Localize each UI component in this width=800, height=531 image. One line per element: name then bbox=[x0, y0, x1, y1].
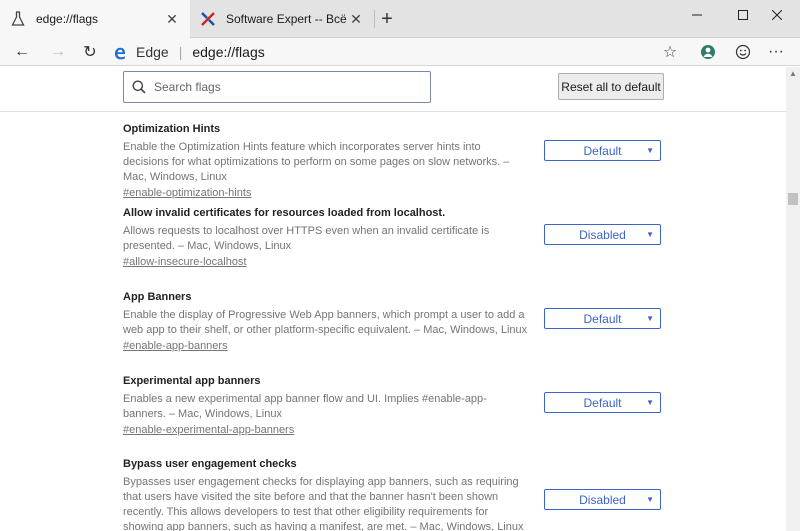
address-separator: | bbox=[178, 44, 183, 60]
flag-item: Allow invalid certificates for resources… bbox=[123, 207, 543, 268]
scroll-thumb[interactable] bbox=[788, 193, 798, 205]
close-icon bbox=[772, 10, 782, 20]
extension-button[interactable] bbox=[694, 38, 722, 66]
flag-select[interactable]: Disabled ▼ bbox=[544, 489, 661, 510]
forward-button[interactable]: → bbox=[44, 38, 72, 66]
flag-item: App Banners Enable the display of Progre… bbox=[123, 291, 543, 352]
flag-permalink[interactable]: #allow-insecure-localhost bbox=[123, 256, 247, 268]
flag-title: Optimization Hints bbox=[123, 123, 221, 135]
address-toolbar: ← → ↻ Edge | edge://flags ☆ ··· bbox=[0, 38, 800, 66]
tab-separator bbox=[374, 10, 375, 28]
flag-description: Enable the Optimization Hints feature wh… bbox=[123, 141, 510, 183]
select-value: Disabled bbox=[579, 492, 626, 507]
extension-icon bbox=[701, 45, 715, 59]
flag-select[interactable]: Default ▼ bbox=[544, 140, 661, 161]
flag-description: Bypasses user engagement checks for disp… bbox=[123, 476, 524, 531]
search-divider bbox=[0, 111, 786, 112]
browser-brand-label: Edge bbox=[136, 44, 169, 60]
forward-arrow-icon: → bbox=[50, 43, 66, 60]
select-value: Default bbox=[583, 395, 622, 410]
select-value: Default bbox=[583, 143, 622, 158]
flag-permalink[interactable]: #enable-optimization-hints bbox=[123, 187, 251, 199]
dropdown-arrow-icon: ▼ bbox=[646, 398, 654, 407]
flags-page: Reset all to default Optimization Hints … bbox=[0, 67, 786, 531]
more-icon: ··· bbox=[768, 43, 784, 60]
favorite-star-icon[interactable]: ☆ bbox=[660, 42, 680, 62]
tab-title: edge://flags bbox=[36, 12, 99, 26]
flag-select[interactable]: Default ▼ bbox=[544, 308, 661, 329]
flag-item: Optimization Hints Enable the Optimizati… bbox=[123, 123, 543, 199]
search-icon bbox=[132, 80, 146, 94]
url-text[interactable]: edge://flags bbox=[192, 44, 264, 60]
minimize-icon bbox=[692, 14, 702, 16]
flask-icon bbox=[10, 11, 26, 27]
tab-strip: edge://flags ✕ Software Expert -- Всё о … bbox=[0, 0, 800, 38]
tab-software-expert[interactable]: Software Expert -- Всё о секрета ✕ bbox=[190, 0, 374, 38]
software-expert-favicon bbox=[200, 11, 216, 27]
tab-edge-flags[interactable]: edge://flags ✕ bbox=[0, 0, 190, 38]
back-arrow-icon: ← bbox=[14, 43, 30, 60]
feedback-button[interactable] bbox=[729, 38, 757, 66]
reset-all-button[interactable]: Reset all to default bbox=[558, 73, 664, 100]
maximize-icon bbox=[738, 10, 748, 20]
flag-description: Enables a new experimental app banner fl… bbox=[123, 393, 487, 420]
close-tab-icon[interactable]: ✕ bbox=[348, 11, 364, 27]
close-window-button[interactable] bbox=[754, 0, 800, 30]
flag-description: Enable the display of Progressive Web Ap… bbox=[123, 309, 528, 336]
flag-item: Experimental app banners Enables a new e… bbox=[123, 375, 543, 436]
address-bar[interactable]: Edge | edge://flags bbox=[112, 38, 682, 66]
back-button[interactable]: ← bbox=[8, 38, 36, 66]
dropdown-arrow-icon: ▼ bbox=[646, 495, 654, 504]
edge-logo-icon bbox=[115, 47, 125, 60]
scroll-up-arrow-icon[interactable]: ▲ bbox=[786, 67, 800, 81]
tab-title: Software Expert -- Всё о секрета bbox=[226, 12, 348, 26]
flag-permalink[interactable]: #enable-experimental-app-banners bbox=[123, 424, 294, 436]
dropdown-arrow-icon: ▼ bbox=[646, 146, 654, 155]
search-row: Reset all to default bbox=[0, 67, 786, 113]
search-box[interactable] bbox=[123, 71, 431, 103]
flag-title: Allow invalid certificates for resources… bbox=[123, 207, 446, 219]
close-tab-icon[interactable]: ✕ bbox=[164, 11, 180, 27]
select-value: Default bbox=[583, 311, 622, 326]
flag-title: App Banners bbox=[123, 291, 192, 303]
flag-title: Bypass user engagement checks bbox=[123, 458, 297, 470]
page-scrollbar[interactable]: ▲ bbox=[786, 67, 800, 531]
smiley-icon bbox=[735, 44, 751, 60]
new-tab-button[interactable]: + bbox=[376, 9, 398, 29]
dropdown-arrow-icon: ▼ bbox=[646, 314, 654, 323]
flag-description: Allows requests to localhost over HTTPS … bbox=[123, 225, 490, 252]
flag-item: Bypass user engagement checks Bypasses u… bbox=[123, 458, 543, 531]
more-menu-button[interactable]: ··· bbox=[762, 38, 790, 66]
flag-select[interactable]: Disabled ▼ bbox=[544, 224, 661, 245]
flag-permalink[interactable]: #enable-app-banners bbox=[123, 340, 228, 352]
select-value: Disabled bbox=[579, 227, 626, 242]
flag-select[interactable]: Default ▼ bbox=[544, 392, 661, 413]
refresh-icon: ↻ bbox=[83, 44, 97, 61]
minimize-button[interactable] bbox=[674, 0, 720, 30]
dropdown-arrow-icon: ▼ bbox=[646, 230, 654, 239]
refresh-button[interactable]: ↻ bbox=[76, 38, 104, 66]
search-input[interactable] bbox=[154, 80, 404, 94]
flag-title: Experimental app banners bbox=[123, 375, 261, 387]
